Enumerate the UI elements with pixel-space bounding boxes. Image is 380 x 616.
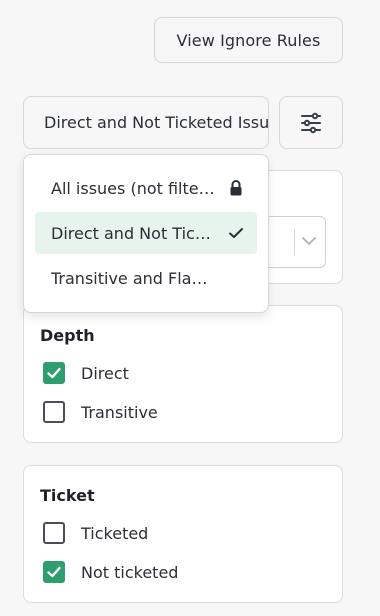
ticket-option-ticketed[interactable]: Ticketed	[43, 522, 148, 544]
dropdown-item-transitive-flagged[interactable]: Transitive and Flagged Issues	[35, 257, 257, 299]
depth-filter-title: Depth	[40, 326, 95, 345]
chevron-down-icon[interactable]	[299, 230, 319, 250]
checkbox-unchecked[interactable]	[43, 401, 65, 423]
depth-filter-card: Depth Direct Transitive	[23, 305, 343, 443]
checkbox-unchecked[interactable]	[43, 522, 65, 544]
dropdown-item-label: Direct and Not Ticketed Issues	[51, 223, 217, 243]
filter-panel: View Ignore Rules Direct and Not Tickete…	[0, 0, 380, 616]
ticket-option-label: Ticketed	[81, 523, 149, 543]
view-ignore-rules-button[interactable]: View Ignore Rules	[154, 17, 343, 63]
lock-icon	[230, 180, 242, 196]
check-icon	[47, 566, 61, 578]
depth-option-label: Direct	[81, 363, 129, 383]
ticket-option-not-ticketed[interactable]: Not ticketed	[43, 561, 178, 583]
depth-option-transitive[interactable]: Transitive	[43, 401, 158, 423]
check-icon	[229, 228, 243, 238]
select-separator	[294, 229, 295, 255]
sliders-icon	[301, 112, 321, 133]
saved-view-dropdown-menu: All issues (not filtered) Direct and Not…	[23, 154, 269, 313]
checkbox-checked[interactable]	[43, 362, 65, 384]
ticket-option-label: Not ticketed	[81, 562, 179, 582]
checkbox-checked[interactable]	[43, 561, 65, 583]
view-ignore-rules-label: View Ignore Rules	[176, 30, 321, 50]
filter-settings-button[interactable]	[279, 96, 343, 149]
depth-option-direct[interactable]: Direct	[43, 362, 129, 384]
saved-view-select-value: Direct and Not Ticketed Issues	[44, 113, 269, 132]
ticket-filter-card: Ticket Ticketed Not ticketed	[23, 465, 343, 603]
ticket-filter-title: Ticket	[40, 486, 95, 505]
saved-view-select[interactable]: Direct and Not Ticketed Issues	[23, 96, 269, 149]
check-icon	[47, 367, 61, 379]
dropdown-item-all-issues[interactable]: All issues (not filtered)	[35, 167, 257, 209]
dropdown-item-label: Transitive and Flagged Issues	[51, 268, 217, 288]
dropdown-item-direct-not-ticketed[interactable]: Direct and Not Ticketed Issues	[35, 212, 257, 254]
depth-option-label: Transitive	[81, 402, 158, 422]
dropdown-item-label: All issues (not filtered)	[51, 178, 217, 198]
